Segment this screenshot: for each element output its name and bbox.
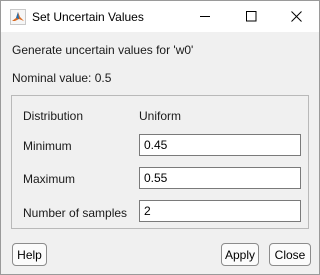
minimize-button[interactable] [182,1,228,32]
maximum-field[interactable] [139,167,301,189]
nominal-value-text: Nominal value: 0.5 [12,71,112,85]
help-button[interactable]: Help [12,243,47,266]
distribution-value: Uniform [139,109,182,123]
samples-label: Number of samples [23,206,128,220]
dialog-header: Generate uncertain values for 'w0' [12,43,194,57]
window-title: Set Uncertain Values [32,10,144,24]
close-icon [290,11,302,22]
maximize-button[interactable] [228,1,274,32]
minimum-label: Minimum [23,139,72,153]
title-bar[interactable]: Set Uncertain Values [1,1,319,32]
matlab-icon [10,9,26,25]
distribution-label: Distribution [23,109,84,123]
minimize-icon [199,11,211,22]
maximum-label: Maximum [23,172,76,186]
maximize-icon [245,11,257,22]
close-button[interactable]: Close [269,243,311,266]
apply-button[interactable]: Apply [221,243,259,266]
parameters-panel: Distribution Uniform Minimum Maximum Num… [11,95,309,229]
samples-field[interactable] [139,200,301,222]
minimum-field[interactable] [139,134,301,156]
window-close-button[interactable] [273,1,319,32]
dialog-window: Set Uncertain Values Generate uncertain … [0,0,320,275]
